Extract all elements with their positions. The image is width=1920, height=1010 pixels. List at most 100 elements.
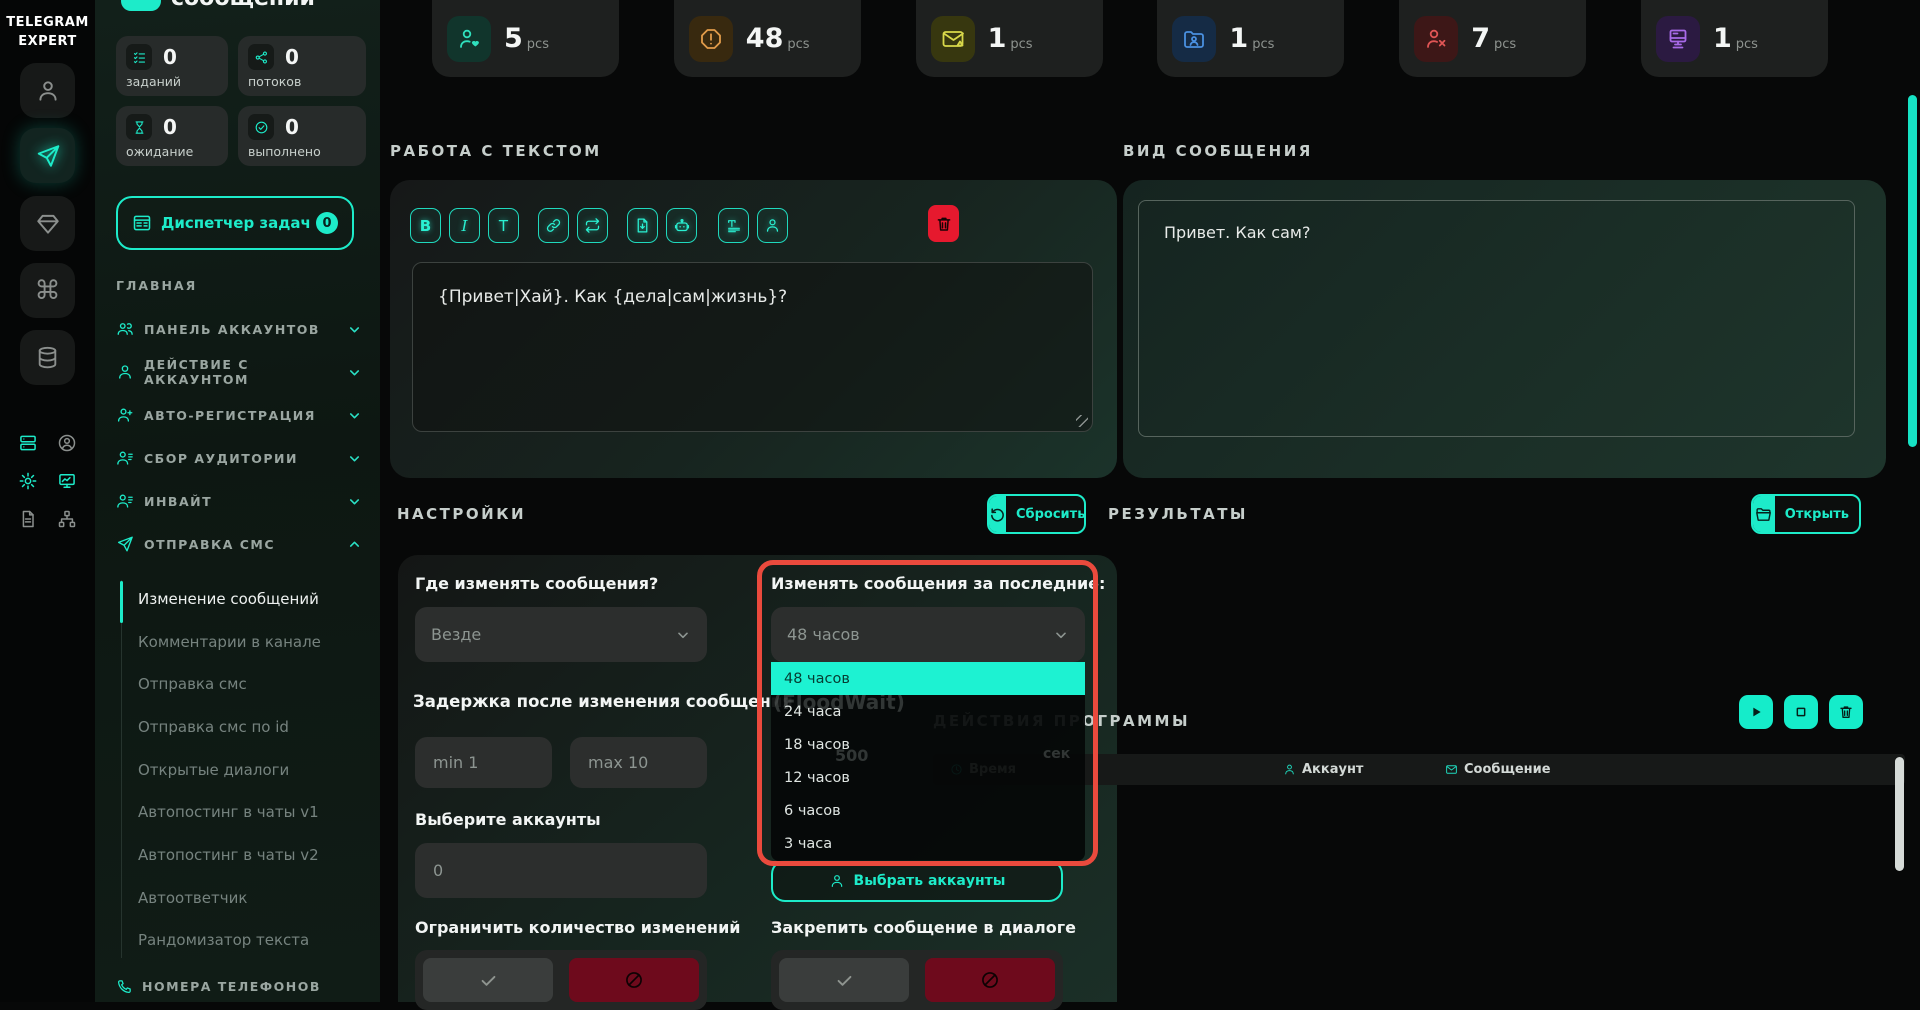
chevron-down-icon	[1053, 627, 1069, 643]
limit-no-button[interactable]	[569, 958, 699, 1002]
stat-threads: 0 потоков	[238, 36, 366, 96]
text-lines-icon	[726, 218, 742, 234]
stat-done: 0 выполнено	[238, 106, 366, 166]
user-x-icon	[1414, 16, 1458, 62]
server-check-icon[interactable]	[17, 432, 39, 454]
person-icon	[829, 873, 845, 889]
where-label: Где изменять сообщения?	[415, 574, 658, 593]
text-work-panel: B I T {Привет|Хай}. Как {дела|сам|жизнь}…	[390, 180, 1117, 478]
bold-button[interactable]: B	[410, 208, 441, 243]
delay-min-input[interactable]: min 1	[415, 737, 552, 788]
submenu-item-autoposting-v1[interactable]: Автопостинг в чаты v1	[138, 801, 319, 823]
period-option-24h[interactable]: 24 часа	[771, 695, 1085, 728]
page-title-partial: сообщений	[171, 0, 315, 11]
submenu-item-text-randomizer[interactable]: Рандомизатор текста	[138, 929, 309, 951]
sidebar-item-auto-registration[interactable]: АВТО-РЕГИСТРАЦИЯ	[116, 400, 362, 430]
where-select[interactable]: Везде	[415, 607, 707, 662]
checklist-icon	[126, 44, 152, 70]
sidebar-item-accounts-panel[interactable]: ПАНЕЛЬ АККАУНТОВ	[116, 314, 362, 344]
repeat-button[interactable]	[577, 208, 608, 243]
rail-database-button[interactable]	[20, 330, 75, 385]
settings-panel: Где изменять сообщения? Везде Задержка п…	[398, 555, 1117, 1002]
logo-line1: TELEGRAM	[0, 14, 95, 33]
chevron-down-icon	[675, 627, 691, 643]
period-option-18h[interactable]: 18 часов	[771, 728, 1085, 761]
stat-card-banned: 7 pcs	[1399, 0, 1586, 77]
limit-label: Ограничить количество изменений	[415, 918, 741, 937]
rail-premium-button[interactable]	[20, 196, 75, 251]
nodes-icon[interactable]	[56, 508, 78, 530]
text-template-button[interactable]	[718, 208, 749, 243]
delay-max-input[interactable]: max 10	[570, 737, 707, 788]
mention-button[interactable]	[757, 208, 788, 243]
rail-accounts-button[interactable]	[20, 63, 75, 118]
submenu-item-send-sms[interactable]: Отправка смс	[138, 673, 247, 695]
start-button[interactable]	[1739, 695, 1773, 729]
submenu-item-open-dialogs[interactable]: Открытые диалоги	[138, 759, 289, 781]
person-circle-icon[interactable]	[56, 432, 78, 454]
page-scrollbar[interactable]	[1908, 95, 1917, 447]
sidebar-item-send-sms[interactable]: ОТПРАВКА СМС	[116, 529, 362, 559]
message-template-textarea[interactable]: {Привет|Хай}. Как {дела|сам|жизнь}?	[412, 262, 1093, 432]
italic-button[interactable]: I	[449, 208, 480, 243]
reset-button[interactable]: Сбросить	[987, 494, 1086, 534]
clear-log-button[interactable]	[1829, 695, 1863, 729]
person-list-icon	[116, 492, 134, 510]
pin-no-button[interactable]	[925, 958, 1055, 1002]
rail-command-button[interactable]: ⌘	[20, 263, 75, 318]
person-icon	[1283, 763, 1296, 776]
stat-label: ожидание	[126, 144, 218, 159]
sidebar: сообщений 0 заданий 0 потоков 0 ожидание…	[95, 0, 380, 1002]
icon-rail: TELEGRAM EXPERT ⌘	[0, 0, 95, 1002]
chevron-down-icon	[347, 322, 362, 337]
submenu-item-autoresponder[interactable]: Автоответчик	[138, 887, 247, 909]
column-account: Аккаунт	[1283, 762, 1363, 777]
clear-text-button[interactable]	[928, 205, 959, 242]
resize-handle[interactable]	[1076, 415, 1088, 427]
document-icon[interactable]	[17, 508, 39, 530]
page-title-toggle[interactable]	[121, 0, 161, 11]
monitor-chart-icon[interactable]	[56, 470, 78, 492]
rail-send-button[interactable]	[20, 128, 75, 183]
period-option-6h[interactable]: 6 часов	[771, 794, 1085, 827]
period-option-12h[interactable]: 12 часов	[771, 761, 1085, 794]
gear-icon[interactable]	[17, 470, 39, 492]
text-style-button[interactable]: T	[488, 208, 519, 243]
submenu-item-channel-comments[interactable]: Комментарии в канале	[138, 631, 321, 653]
stop-button[interactable]	[1784, 695, 1818, 729]
limit-yes-button[interactable]	[423, 958, 553, 1002]
select-accounts-button[interactable]: Выбрать аккаунты	[771, 860, 1063, 902]
task-window-icon	[132, 213, 152, 233]
folder-user-icon	[1172, 16, 1216, 62]
period-select[interactable]: 48 часов	[771, 607, 1085, 662]
sidebar-item-account-action[interactable]: ДЕЙСТВИЕ С АККАУНТОМ	[116, 357, 362, 387]
period-option-3h[interactable]: 3 часа	[771, 827, 1085, 860]
accounts-count-input[interactable]: 0	[415, 843, 707, 898]
person-icon	[116, 363, 134, 381]
logo-line2: EXPERT	[0, 33, 95, 52]
database-icon	[35, 345, 60, 370]
message-preview-box: Привет. Как сам?	[1138, 200, 1855, 437]
sidebar-item-invite[interactable]: ИНВАЙТ	[116, 486, 362, 516]
share-icon	[248, 44, 274, 70]
chevron-up-icon	[347, 537, 362, 552]
text-section-title: РАБОТА С ТЕКСТОМ	[390, 142, 602, 160]
submenu-item-send-sms-by-id[interactable]: Отправка смс по id	[138, 716, 289, 738]
repeat-icon	[584, 217, 601, 234]
sidebar-item-phone-numbers[interactable]: НОМЕРА ТЕЛЕФОНОВ	[116, 978, 321, 995]
actions-table-scrollbar[interactable]	[1895, 757, 1904, 871]
chevron-down-icon	[347, 451, 362, 466]
task-manager-button[interactable]: Диспетчер задач 0	[116, 196, 354, 250]
sidebar-item-audience[interactable]: СБОР АУДИТОРИИ	[116, 443, 362, 473]
link-button[interactable]	[538, 208, 569, 243]
bot-button[interactable]	[666, 208, 697, 243]
trash-icon	[935, 215, 953, 233]
stat-waiting: 0 ожидание	[116, 106, 228, 166]
period-option-48h[interactable]: 48 часов	[771, 662, 1085, 695]
check-icon	[479, 971, 498, 990]
submenu-item-autoposting-v2[interactable]: Автопостинг в чаты v2	[138, 844, 319, 866]
pin-yes-button[interactable]	[779, 958, 909, 1002]
open-results-button[interactable]: Открыть	[1751, 494, 1861, 534]
document-insert-button[interactable]	[627, 208, 658, 243]
submenu-item-edit-messages[interactable]: Изменение сообщений	[138, 588, 319, 610]
